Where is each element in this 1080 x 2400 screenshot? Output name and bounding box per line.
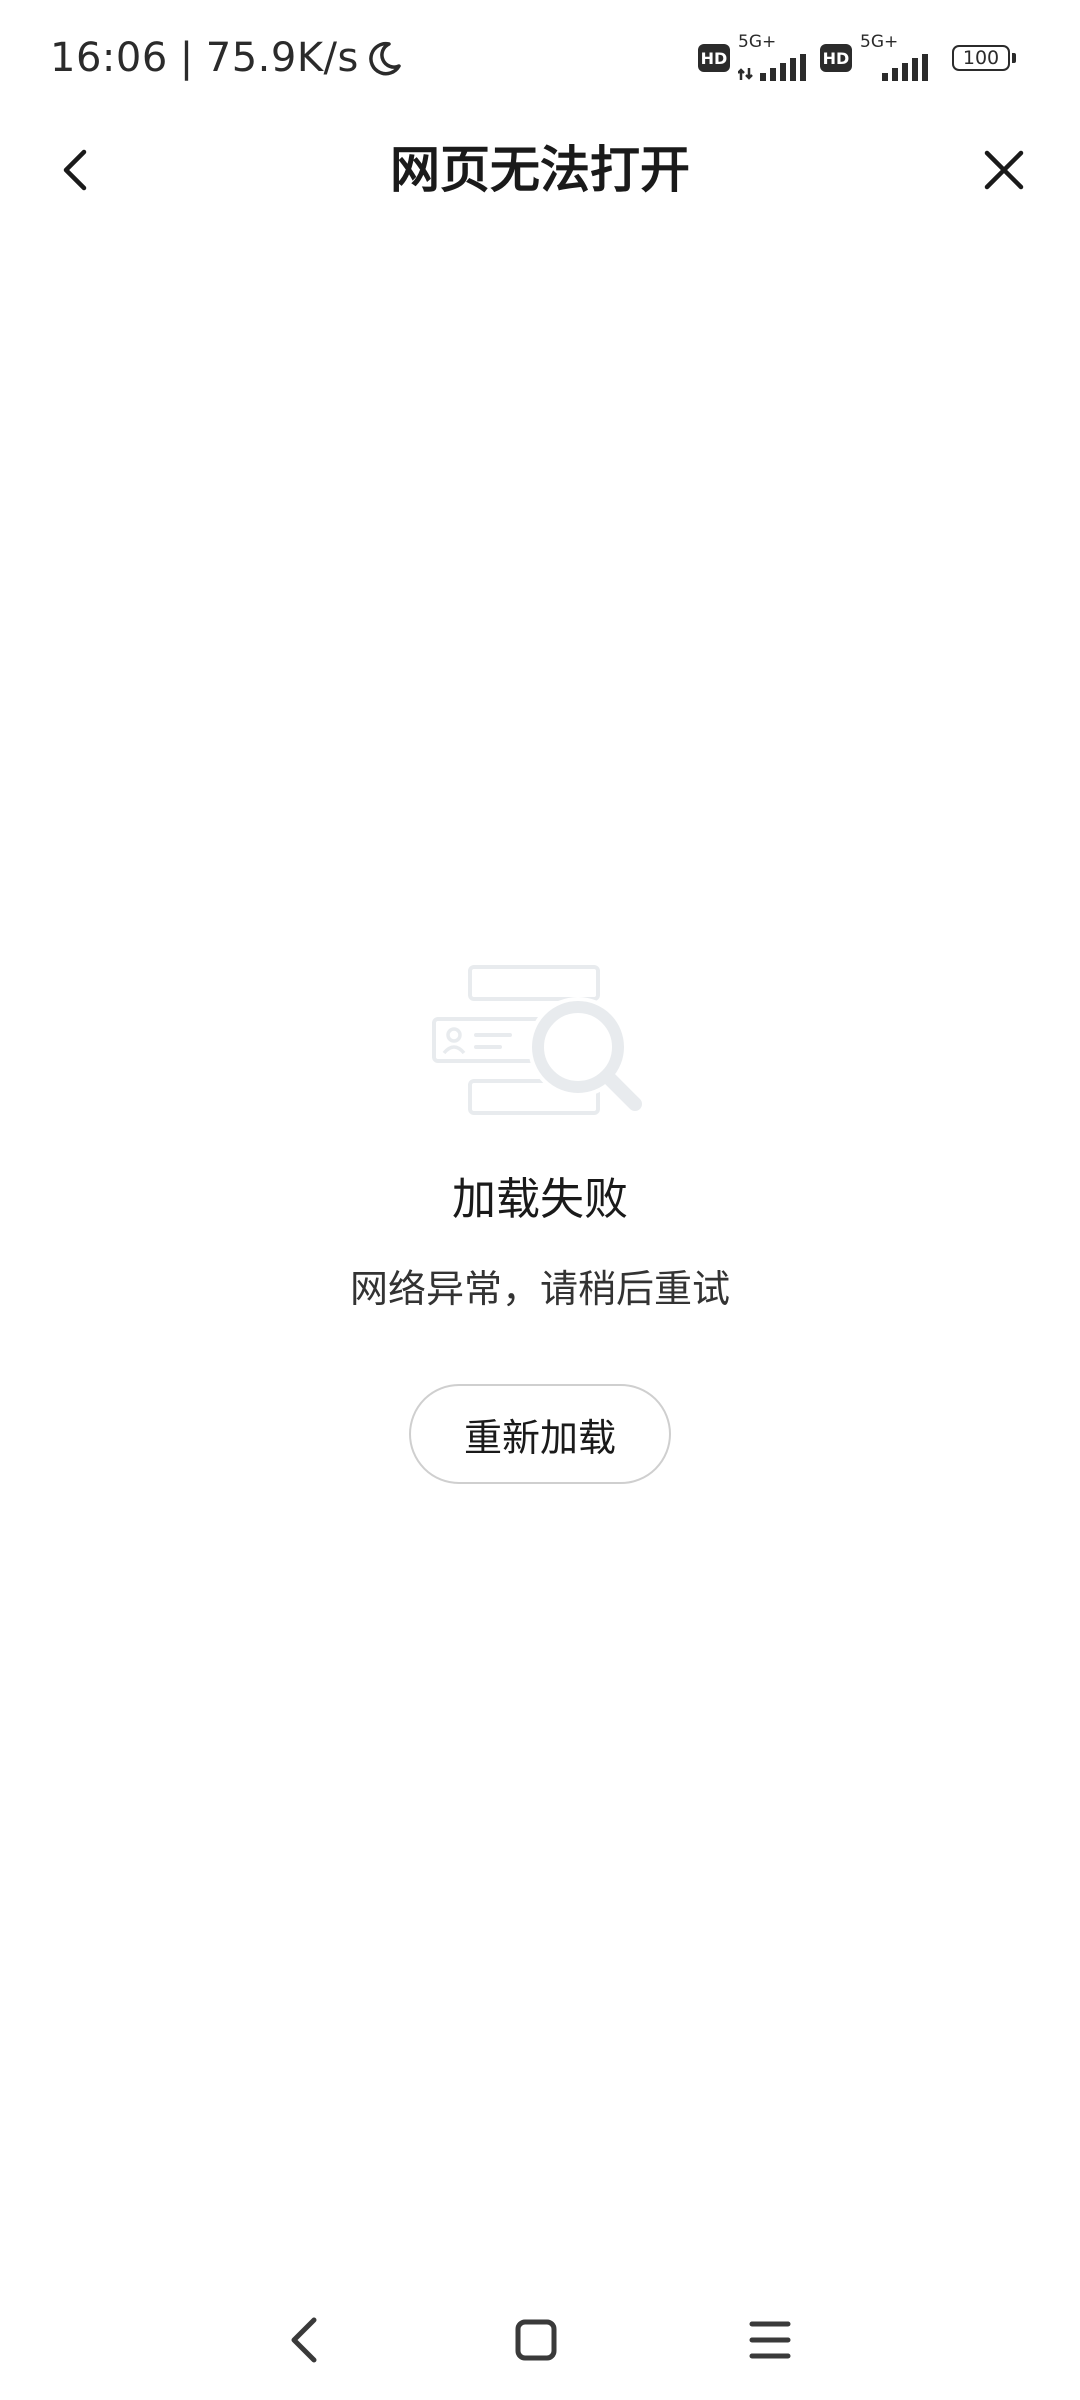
hd-badge-sim1: HD xyxy=(698,44,730,72)
status-time: 16:06 xyxy=(50,35,168,81)
page-title: 网页无法打开 xyxy=(390,141,690,199)
close-icon xyxy=(984,150,1024,190)
search-empty-illustration xyxy=(432,965,642,1115)
home-icon xyxy=(515,2319,557,2361)
battery-tip xyxy=(1012,53,1016,63)
nav-back-button[interactable] xyxy=(272,2308,336,2372)
signal-icon xyxy=(738,54,806,81)
signal-sim1: 5G+ xyxy=(738,32,812,82)
menu-icon xyxy=(749,2321,791,2359)
signal-sim2: 5G+ xyxy=(860,32,934,82)
status-right: HD 5G+ HD 5G+ 100 xyxy=(698,32,1016,82)
battery-level: 100 xyxy=(952,45,1010,71)
back-button[interactable] xyxy=(46,140,106,200)
nav-home-button[interactable] xyxy=(504,2308,568,2372)
navigation-bar xyxy=(0,2280,1080,2400)
moon-icon xyxy=(369,41,401,76)
hd-badge-sim2: HD xyxy=(820,44,852,72)
nav-menu-button[interactable] xyxy=(738,2308,802,2372)
close-button[interactable] xyxy=(974,140,1034,200)
error-subtitle: 网络异常，请稍后重试 xyxy=(349,1267,730,1311)
status-separator: | xyxy=(179,35,194,81)
network-type-sim2: 5G+ xyxy=(860,32,899,52)
header: 网页无法打开 xyxy=(0,110,1080,230)
reload-button[interactable]: 重新加载 xyxy=(409,1384,671,1484)
network-speed: 75.9K/s xyxy=(205,35,359,81)
status-bar: 16:06 | 75.9K/s HD 5G+ HD 5G+ 100 xyxy=(0,0,1080,110)
back-icon xyxy=(291,2317,317,2363)
error-title: 加载失败 xyxy=(452,1174,628,1225)
battery-icon: 100 xyxy=(952,45,1016,71)
status-left: 16:06 | 75.9K/s xyxy=(50,28,405,88)
screen: 16:06 | 75.9K/s HD 5G+ HD 5G+ 100 网页无法打开… xyxy=(0,0,1080,2400)
signal-icon xyxy=(882,54,928,81)
chevron-left-icon xyxy=(63,149,87,191)
network-type-sim1: 5G+ xyxy=(738,32,777,52)
